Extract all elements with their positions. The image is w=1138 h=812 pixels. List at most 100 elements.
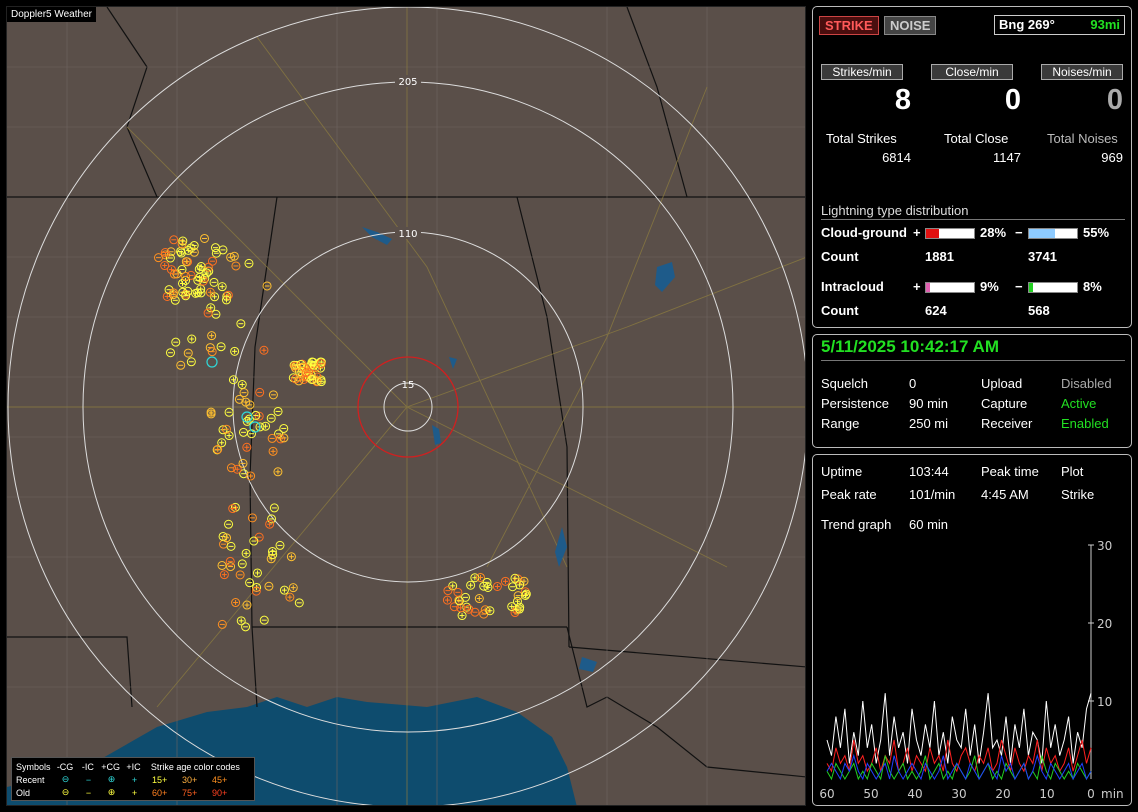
- total-close-label: Total Close: [944, 131, 1009, 146]
- strike-marker: [500, 576, 510, 586]
- strike-markers: [153, 233, 531, 632]
- strike-marker: [464, 604, 474, 614]
- strike-marker: [210, 243, 220, 253]
- trend-chart: 30 20 10 60 50 40 30 20 10 0 min: [819, 539, 1123, 801]
- strike-marker: [492, 581, 502, 591]
- strike-marker: [245, 578, 255, 588]
- strike-marker: [241, 548, 251, 558]
- strike-marker: [226, 541, 236, 551]
- plot-label: Plot: [1061, 464, 1084, 479]
- strikes-per-min-header[interactable]: Strikes/min: [821, 64, 903, 80]
- ring-label-110: 110: [398, 229, 417, 240]
- legend-recent-neg-cg-icon: ⊖: [61, 774, 70, 784]
- total-noises-value: 969: [1101, 150, 1123, 165]
- bearing-value: Bng 269°: [999, 17, 1055, 32]
- squelch-value: 0: [909, 376, 917, 391]
- ic-plus-sign: +: [913, 279, 921, 294]
- strike-marker: [235, 570, 245, 580]
- strike-marker: [237, 380, 247, 390]
- strike-map[interactable]: Doppler5 Weather 205 110 15 Symbols -CG …: [6, 6, 806, 806]
- capture-label: Capture: [981, 396, 1028, 411]
- strike-marker: [205, 287, 215, 297]
- strike-marker: [267, 433, 277, 443]
- strike-marker: [239, 388, 249, 398]
- legend-recent-pos-ic-icon: +: [131, 774, 138, 785]
- strike-marker: [202, 268, 212, 278]
- ic-minus-sign: −: [1015, 279, 1023, 294]
- counts-panel: STRIKE NOISE Bng 269° 93mi Strikes/min C…: [812, 6, 1132, 328]
- strike-marker: [166, 265, 176, 275]
- noises-per-min-header[interactable]: Noises/min: [1041, 64, 1123, 80]
- squelch-label: Squelch: [821, 376, 868, 391]
- strike-marker: [474, 594, 484, 604]
- distance-value: 93mi: [1090, 17, 1120, 32]
- strike-marker: [231, 261, 241, 271]
- legend-col-pos-ic: +IC: [126, 761, 141, 772]
- close-per-min-value: 0: [1004, 84, 1021, 116]
- legend-col-pos-cg: +CG: [101, 761, 121, 772]
- legend-old-neg-ic-icon: −: [85, 787, 92, 798]
- strike-marker: [453, 587, 463, 597]
- legend-col-neg-ic: -IC: [81, 761, 94, 772]
- trend-series-line: [826, 693, 1092, 764]
- strike-marker: [238, 427, 248, 437]
- trend-y-tick-label: 30: [1097, 539, 1112, 553]
- strike-marker: [217, 619, 227, 629]
- peak-time-label: Peak time: [981, 464, 1039, 479]
- legend-age-30: 30+: [182, 774, 198, 785]
- strike-marker: [259, 345, 269, 355]
- cg-negative-pct: 55%: [1083, 225, 1110, 240]
- total-strikes-label: Total Strikes: [826, 131, 897, 146]
- strike-marker: [165, 348, 175, 358]
- legend-old-neg-cg-icon: ⊖: [61, 787, 70, 797]
- total-noises-label: Total Noises: [1047, 131, 1118, 146]
- strike-marker: [244, 258, 254, 268]
- total-strikes-value: 6814: [882, 150, 911, 165]
- noises-per-min-value: 0: [1106, 84, 1123, 116]
- strike-marker: [224, 519, 234, 529]
- strike-marker: [207, 331, 217, 341]
- strike-marker: [187, 334, 197, 344]
- capture-status: Active: [1061, 396, 1097, 411]
- strike-marker: [237, 559, 247, 569]
- trend-y-tick-label: 20: [1097, 617, 1112, 631]
- peak-rate-value: 101/min: [909, 487, 956, 502]
- strike-marker: [266, 413, 276, 423]
- legend-recent-neg-ic-icon: −: [85, 774, 92, 785]
- bearing-readout: Bng 269° 93mi: [994, 15, 1125, 35]
- legend-recent-pos-cg-icon: ⊕: [107, 774, 116, 784]
- strike-marker: [231, 598, 241, 608]
- trend-x-tick-label: 10: [1039, 787, 1054, 801]
- upload-status: Disabled: [1061, 376, 1112, 391]
- strike-marker: [294, 598, 304, 608]
- stats-panel: Uptime 103:44 Peak time Plot Peak rate 1…: [812, 454, 1132, 806]
- close-per-min-header[interactable]: Close/min: [931, 64, 1013, 80]
- cg-positive-count: 1881: [925, 249, 954, 264]
- strike-marker: [176, 360, 186, 370]
- map-title: Doppler5 Weather: [7, 7, 96, 22]
- ic-positive-fill: [926, 283, 931, 292]
- cg-plus-sign: +: [913, 225, 921, 240]
- cg-positive-fill: [926, 229, 940, 238]
- strike-marker: [273, 467, 283, 477]
- ic-negative-count: 568: [1028, 303, 1050, 318]
- ring-label-205: 205: [398, 77, 417, 88]
- noise-indicator[interactable]: NOISE: [884, 16, 937, 35]
- legend-old-pos-cg-icon: ⊕: [107, 787, 116, 797]
- peak-time-value: 4:45 AM: [981, 487, 1029, 502]
- legend-recent-label: Recent: [16, 774, 45, 785]
- strike-marker: [219, 570, 229, 580]
- strike-marker: [254, 532, 264, 542]
- trend-x-tick-label: 20: [995, 787, 1010, 801]
- strike-marker: [170, 295, 180, 305]
- strike-marker: [442, 595, 452, 605]
- strike-marker: [275, 540, 285, 550]
- cg-negative-count: 3741: [1028, 249, 1057, 264]
- strike-marker: [261, 421, 271, 431]
- strike-marker: [513, 591, 523, 601]
- strike-marker: [285, 592, 295, 602]
- strike-marker: [288, 583, 298, 593]
- strike-indicator[interactable]: STRIKE: [819, 16, 879, 35]
- strike-marker: [242, 600, 252, 610]
- ring-label-15: 15: [402, 380, 415, 391]
